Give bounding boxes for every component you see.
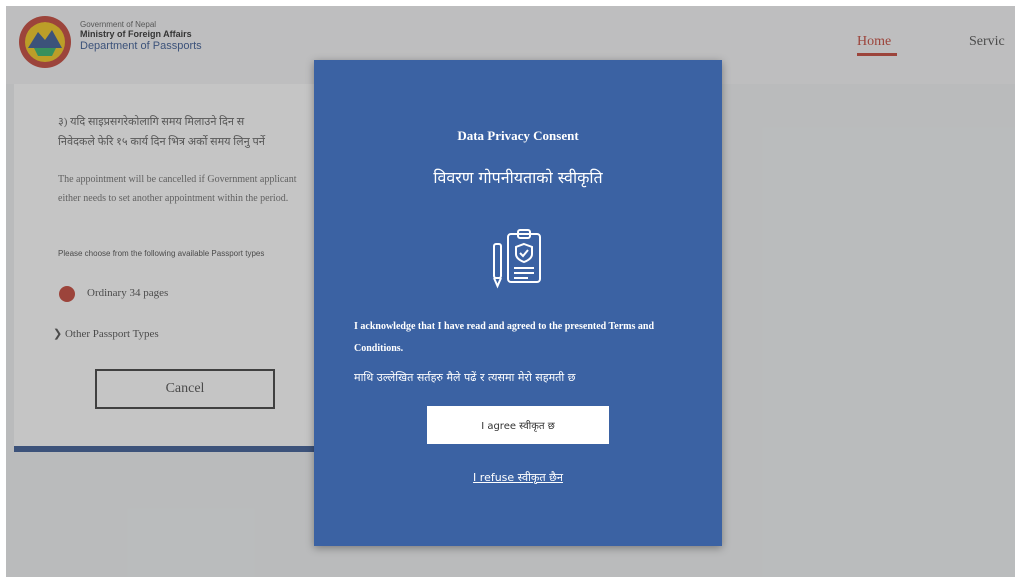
browser-viewport: Government of Nepal Ministry of Foreign …: [6, 6, 1015, 577]
modal-subtitle-nepali: विवरण गोपनीयताको स्वीकृति: [433, 168, 603, 187]
data-privacy-consent-modal: Data Privacy Consent विवरण गोपनीयताको स्…: [314, 60, 722, 546]
acknowledgement-nepali: माथि उल्लेखित सर्तहरु मैले पढें र त्यसमा…: [354, 371, 576, 384]
modal-title: Data Privacy Consent: [457, 128, 579, 143]
agree-button[interactable]: I agree स्वीकृत छ: [427, 406, 609, 444]
clipboard-shield-pen-icon: [493, 229, 541, 289]
refuse-link[interactable]: I refuse स्वीकृत छैन: [314, 470, 722, 485]
acknowledgement-english: I acknowledge that I have read and agree…: [354, 321, 655, 354]
